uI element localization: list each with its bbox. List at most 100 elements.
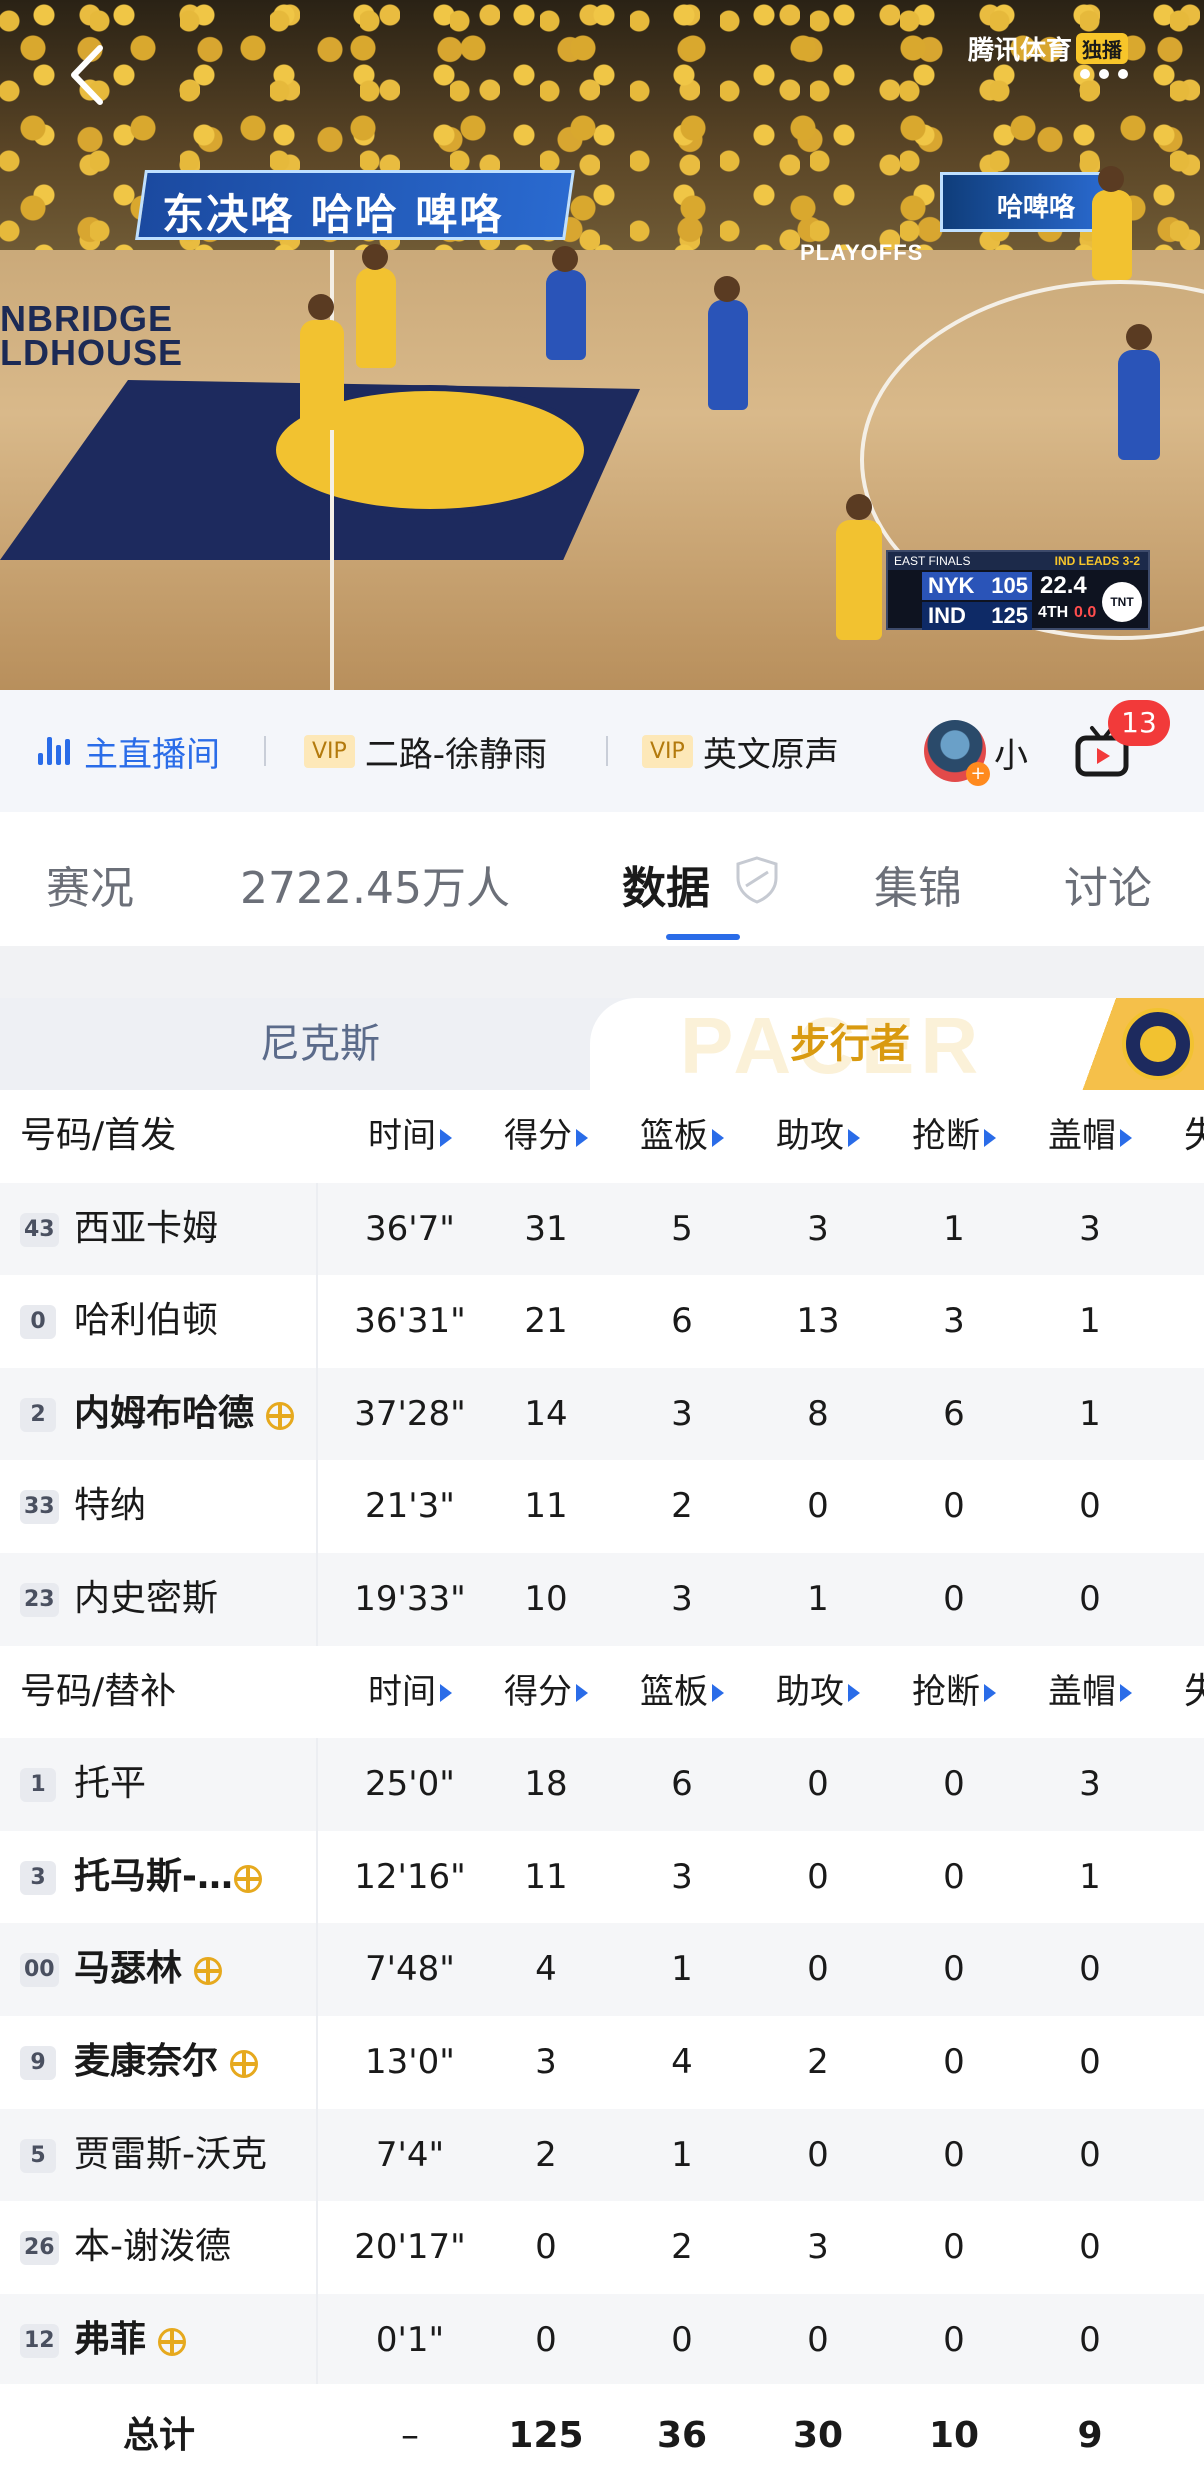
jersey-number: 43 [20,1212,59,1247]
column-label: 盖帽 [1048,1116,1116,1156]
arena-banner-right: 哈啤咯 [940,172,1110,232]
sort-arrow-icon [712,1684,724,1703]
col-time-header[interactable]: 时间 [342,1646,478,1738]
left-column: 号码/首发 [0,1090,318,1183]
player-row[interactable]: 43 西亚卡姆 36'7" 31 5 3 1 3 [0,1182,1204,1276]
player-name[interactable]: 弗菲 [74,2294,146,2386]
player-name[interactable]: 西亚卡姆 [74,1183,218,1275]
col-time: 19'33" [354,1578,466,1619]
col-fouls-header[interactable]: 失 [1184,1090,1204,1182]
quarter: 4TH [1038,604,1069,621]
player-name[interactable]: 内姆布哈德 [74,1368,254,1460]
streamer-avatar[interactable]: + [924,720,990,786]
col-assists-header[interactable]: 助攻 [750,1646,886,1738]
col-rebounds-header[interactable]: 篮板 [614,1646,750,1738]
player-figure [1092,190,1132,280]
col-assists: 2 [807,2041,829,2082]
col-steals-header[interactable]: 抢断 [886,1646,1022,1738]
col-steals: 0 [943,2134,965,2175]
jersey-number: 5 [20,2138,56,2173]
player-head [552,246,578,272]
dot-icon [1099,69,1109,79]
player-name[interactable]: 托平 [74,1738,146,1830]
col-steals: 0 [943,1578,965,1619]
col-steals: 3 [943,1301,965,1342]
col-steals-header[interactable]: 抢断 [886,1090,1022,1182]
header-label: 号码/首发 [20,1115,177,1156]
col-rebounds-header[interactable]: 篮板 [614,1090,750,1182]
col-fouls-header[interactable]: 失 [1184,1646,1204,1738]
col-assists: 0 [807,1856,829,1897]
left-column: 43 西亚卡姆 [0,1182,318,1276]
player-row[interactable]: 26 本-谢泼德 20'17" 0 2 3 0 0 [0,2201,1204,2294]
video-player[interactable]: 东决咯 哈哈 啤咯 哈啤咯 PLAYOFFS NBRIDGE LDHOUSE 腾… [0,0,1204,690]
player-row[interactable]: 23 内史密斯 19'33" 10 3 1 0 0 [0,1552,1204,1646]
team-tab-away[interactable]: 尼克斯 [0,998,640,1090]
col-rebounds: 3 [671,1578,693,1619]
player-name[interactable]: 哈利伯顿 [74,1275,218,1367]
player-row[interactable]: 9 麦康奈尔 13'0" 3 4 2 0 0 [0,2015,1204,2109]
col-time: 0'1" [375,2319,445,2360]
back-button[interactable] [62,40,114,110]
col-assists: 0 [807,1764,829,1805]
player-row[interactable]: 3 托马斯-… 12'16" 11 3 0 0 1 [0,1830,1204,1924]
col-blocks: 0 [1079,2227,1101,2268]
col-points-header[interactable]: 得分 [478,1646,614,1738]
tab-discussion[interactable]: 讨论 [1064,852,1152,916]
channel-second[interactable]: VIP 二路-徐静雨 [304,690,547,812]
jersey-number: 9 [20,2045,56,2080]
tab-viewers[interactable]: 2722.45万人 [240,852,510,916]
left-column: 26 本-谢泼德 [0,2201,318,2294]
totals-row: 总计 – 125 36 30 10 9 [0,2384,1204,2487]
col-rebounds: 6 [671,1764,693,1805]
scorebug-home: IND 125 [922,602,1032,630]
player-row[interactable]: 12 弗菲 0'1" 0 0 0 0 0 [0,2293,1204,2387]
tab-live-status[interactable]: 赛况 [46,852,134,916]
team-tab-home[interactable]: PACER 步行者 [590,998,1204,1090]
player-name[interactable]: 马瑟林 [74,1923,182,2015]
left-column: 3 托马斯-… [0,1830,318,1924]
col-time-header[interactable]: 时间 [342,1090,478,1182]
player-name[interactable]: 内史密斯 [74,1553,218,1645]
channel-english[interactable]: VIP 英文原声 [642,690,839,812]
team-home-label: 步行者 [790,1021,910,1067]
col-assists: 3 [807,2227,829,2268]
divider [606,736,608,766]
col-blocks-header[interactable]: 盖帽 [1022,1646,1158,1738]
channel-main[interactable]: 主直播间 [38,690,220,812]
col-blocks: 0 [1079,1949,1101,1990]
col-time: 7'4" [375,2134,445,2175]
player-row[interactable]: 2 内姆布哈德 37'28" 14 3 8 6 1 [0,1367,1204,1461]
box-score-table[interactable]: 号码/首发 时间 得分 篮板 助攻 抢断 盖帽失 43 西亚卡姆 36'7" 31 5 3 1 3 0 哈利伯顿… [0,1090,1204,2387]
player-row[interactable]: 00 马瑟林 7'48" 4 1 0 0 0 [0,1923,1204,2016]
col-rebounds: 6 [671,1301,693,1342]
column-label: 盖帽 [1048,1671,1116,1712]
col-points: 31 [524,1208,568,1249]
col-blocks-header[interactable]: 盖帽 [1022,1090,1158,1182]
player-row[interactable]: 0 哈利伯顿 36'31" 21 6 13 3 1 [0,1275,1204,1368]
tab-highlights[interactable]: 集锦 [874,852,962,916]
sort-arrow-icon [440,1128,452,1147]
player-row[interactable]: 33 特纳 21'3" 11 2 0 0 0 [0,1460,1204,1553]
player-row[interactable]: 1 托平 25'0" 18 6 0 0 3 [0,1738,1204,1831]
playoffs-signage: PLAYOFFS [800,240,924,265]
player-name[interactable]: 特纳 [74,1460,146,1552]
player-name[interactable]: 贾雷斯-沃克 [74,2109,267,2201]
player-row[interactable]: 5 贾雷斯-沃克 7'4" 2 1 0 0 0 [0,2108,1204,2202]
more-options-button[interactable] [1080,62,1140,86]
col-blocks: 0 [1079,1578,1101,1619]
player-name[interactable]: 麦康奈尔 [74,2016,218,2108]
player-name[interactable]: 托马斯-… [74,1831,233,1923]
brand-name: 腾讯体育 [968,36,1073,66]
col-assists: 8 [807,1393,829,1434]
col-points-header[interactable]: 得分 [478,1090,614,1182]
arena-name: NBRIDGE LDHOUSE [0,298,184,373]
col-assists-header[interactable]: 助攻 [750,1090,886,1182]
tab-stats[interactable]: 数据 [622,852,710,916]
col-time: 37'28" [354,1393,466,1434]
col-assists: 0 [807,1486,829,1527]
player-name[interactable]: 本-谢泼德 [74,2201,231,2293]
col-rebounds: 0 [671,2319,693,2360]
col-blocks: 0 [1079,2134,1101,2175]
col-points: 0 [535,2227,557,2268]
